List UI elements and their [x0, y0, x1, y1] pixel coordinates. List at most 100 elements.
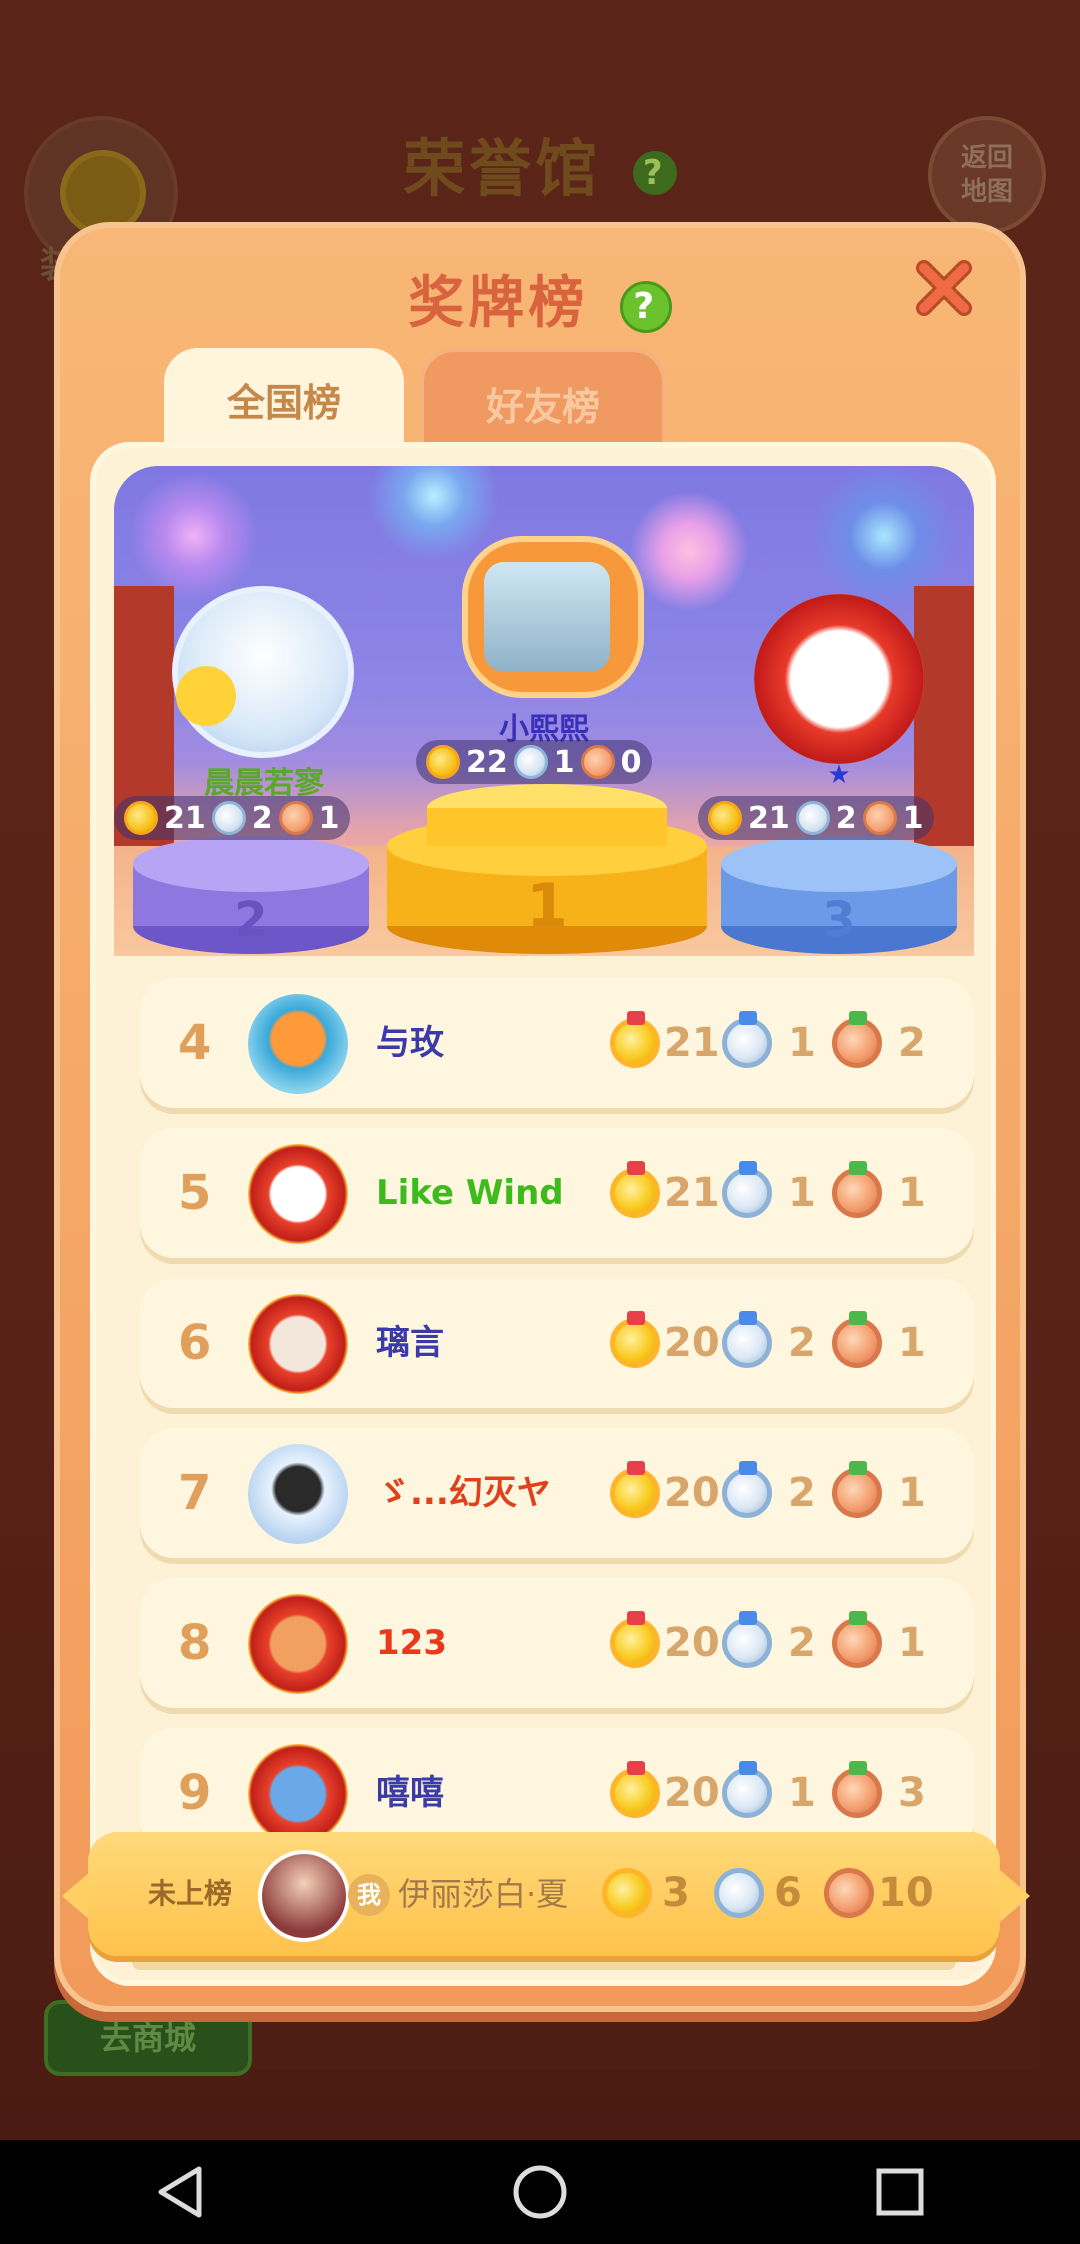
podium-medals-2: 21 2 1 [114, 796, 350, 840]
silver-count: 2 [251, 800, 273, 836]
bronze-count: 1 [898, 1320, 926, 1366]
podium-area: 2 1 3 晨晨若寥 小熙熙 ★ 21 2 1 22 1 0 21 2 1 [114, 466, 974, 956]
my-rank-ribbon-right [1000, 1870, 1030, 1922]
gold-group: 21 [610, 1011, 720, 1070]
user-avatar[interactable] [248, 1144, 348, 1244]
user-avatar[interactable] [248, 1444, 348, 1544]
medal-counts: 21 1 2 [610, 978, 970, 1108]
table-row[interactable]: 7 ゞ...幻灭ヤ 20 2 1 [140, 1428, 974, 1558]
tab-friends[interactable]: 好友榜 [420, 348, 666, 448]
gold-medal-icon [426, 745, 460, 779]
gold-group: 20 [610, 1611, 720, 1670]
silver-count: 2 [788, 1320, 816, 1366]
panel-bottom-edge [132, 1954, 956, 1970]
gold-medal-icon [610, 1761, 660, 1818]
podium-medals-3: 21 2 1 [698, 796, 934, 840]
help-icon[interactable]: ? [632, 150, 677, 195]
table-row[interactable]: 8 123 20 2 1 [140, 1578, 974, 1708]
gold-count: 20 [664, 1320, 720, 1366]
gold-group: 20 [610, 1761, 720, 1820]
system-navigation-bar [0, 2140, 1080, 2244]
bronze-count: 1 [898, 1470, 926, 1516]
page-title-text: 荣誉馆 [403, 132, 602, 205]
home-circle-icon [513, 2165, 567, 2219]
podium-name-3[interactable]: ★ [754, 760, 924, 790]
table-row[interactable]: 5 Like Wind 21 1 1 [140, 1128, 974, 1258]
recents-nav-button[interactable] [830, 2140, 970, 2244]
medal-counts: 20 2 1 [610, 1278, 970, 1408]
my-avatar[interactable] [258, 1850, 350, 1942]
bronze-medal-icon [862, 801, 897, 835]
rank-number: 8 [178, 1615, 212, 1671]
gold-count: 20 [664, 1620, 720, 1666]
firework-decoration [124, 466, 264, 606]
user-avatar[interactable] [248, 1594, 348, 1694]
silver-group: 2 [722, 1611, 816, 1670]
gold-medal-icon [610, 1011, 660, 1068]
user-avatar[interactable] [248, 994, 348, 1094]
my-rank-bar[interactable]: 未上榜 我 伊丽莎白·夏 3 6 10 [88, 1832, 1000, 1956]
podium-avatar-3[interactable] [754, 594, 924, 764]
gold-count: 21 [164, 800, 206, 836]
bronze-group: 2 [832, 1011, 926, 1070]
bronze-count: 1 [898, 1170, 926, 1216]
table-row[interactable]: 4 与玫 21 1 2 [140, 978, 974, 1108]
bronze-medal-icon [832, 1311, 882, 1368]
silver-medal-icon [795, 801, 830, 835]
gold-group: 20 [610, 1311, 720, 1370]
silver-group: 1 [722, 1161, 816, 1220]
medal-leaderboard-dialog: 奖牌榜 ? 全国榜 好友榜 2 1 3 晨晨若寥 小熙熙 ★ 21 2 1 22… [54, 222, 1026, 2012]
silver-medal-icon [722, 1011, 772, 1068]
bronze-group: 1 [832, 1311, 926, 1370]
back-to-map-button[interactable]: 返回 地图 [928, 116, 1046, 234]
silver-medal-icon [722, 1161, 772, 1218]
pedestal-number-3: 3 [822, 892, 855, 948]
user-name: 璃言 [376, 1323, 444, 1363]
dialog-title-text: 奖牌榜 [408, 271, 589, 336]
gold-medal-icon [610, 1461, 660, 1518]
tab-national[interactable]: 全国榜 [164, 348, 404, 448]
bronze-medal-icon [278, 801, 313, 835]
my-silver: 6 [714, 1868, 802, 1918]
pedestal-2: 2 [133, 836, 369, 954]
gold-medal-icon [610, 1311, 660, 1368]
gold-medal-icon [708, 801, 742, 835]
gold-group: 20 [610, 1461, 720, 1520]
my-bronze: 10 [824, 1868, 934, 1918]
bronze-count: 1 [898, 1620, 926, 1666]
podium-avatar-1[interactable] [484, 562, 610, 672]
gold-count: 20 [664, 1470, 720, 1516]
silver-medal-icon [722, 1311, 772, 1368]
user-avatar[interactable] [248, 1744, 348, 1844]
me-badge: 我 [348, 1874, 390, 1916]
table-row[interactable]: 6 璃言 20 2 1 [140, 1278, 974, 1408]
pedestal-3: 3 [721, 836, 957, 954]
silver-count: 2 [788, 1620, 816, 1666]
user-name: Like Wind [376, 1173, 564, 1213]
bronze-medal-icon [580, 745, 615, 779]
back-to-map-label-1: 返回 [960, 143, 1013, 173]
bronze-medal-icon [832, 1461, 882, 1518]
user-name: 与玫 [376, 1023, 444, 1063]
podium-medals-1: 22 1 0 [416, 740, 652, 784]
bronze-count: 0 [620, 744, 642, 780]
silver-medal-icon [211, 801, 246, 835]
user-name: ゞ...幻灭ヤ [376, 1473, 551, 1513]
silver-count: 2 [835, 800, 857, 836]
bronze-group: 1 [832, 1461, 926, 1520]
my-bronze-count: 10 [878, 1870, 934, 1916]
bronze-medal-icon [832, 1611, 882, 1668]
user-name: 123 [376, 1623, 447, 1663]
help-icon[interactable]: ? [619, 280, 672, 333]
gold-count: 22 [466, 744, 508, 780]
user-avatar[interactable] [248, 1294, 348, 1394]
home-nav-button[interactable] [470, 2140, 610, 2244]
bronze-group: 1 [832, 1161, 926, 1220]
chick-decoration [176, 666, 236, 726]
back-nav-button[interactable] [110, 2140, 250, 2244]
back-to-map-label-2: 地图 [960, 177, 1013, 207]
leaderboard-panel: 2 1 3 晨晨若寥 小熙熙 ★ 21 2 1 22 1 0 21 2 1 4 … [90, 442, 996, 1986]
close-icon[interactable] [914, 258, 974, 318]
gold-medal-icon [610, 1611, 660, 1668]
silver-group: 2 [722, 1311, 816, 1370]
